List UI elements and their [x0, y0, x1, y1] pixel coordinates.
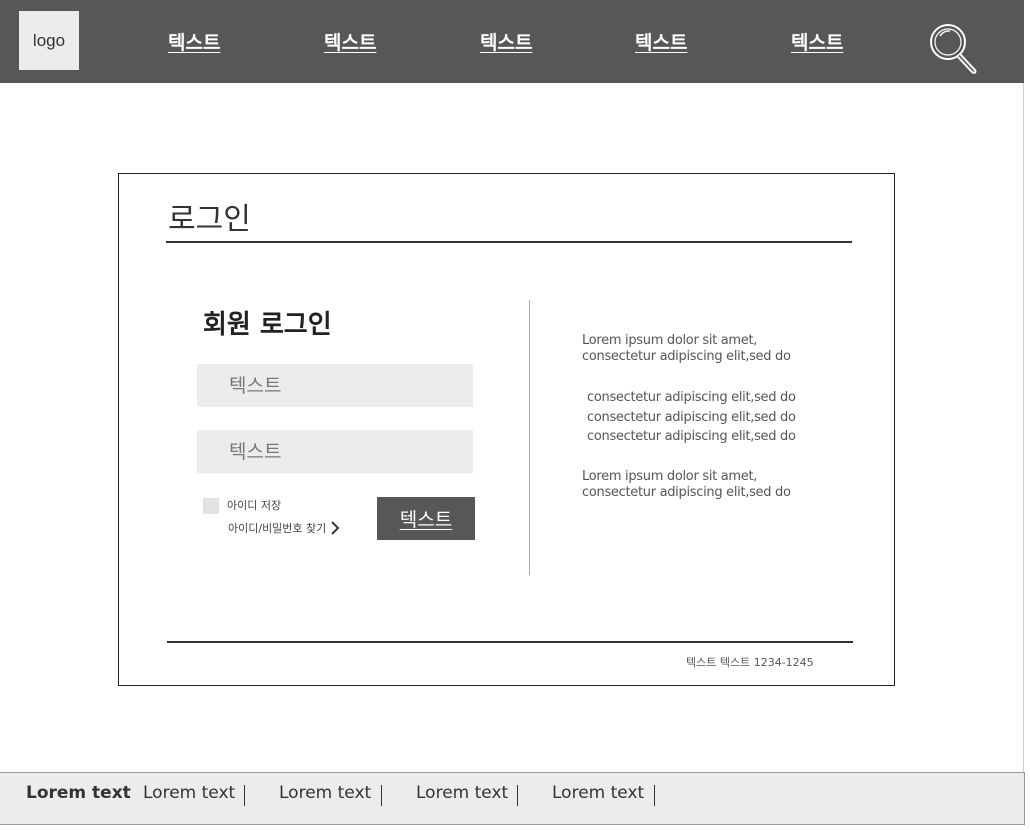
info-line: consectetur adipiscing elit,sed do	[587, 429, 796, 444]
username-field[interactable]	[197, 364, 473, 407]
info-line: consectetur adipiscing elit,sed do	[582, 485, 791, 500]
login-button[interactable]: 텍스트	[377, 497, 475, 540]
footer-separator	[654, 785, 655, 806]
logo[interactable]: logo	[19, 11, 79, 70]
nav-item-2[interactable]: 텍스트	[324, 28, 376, 55]
nav-item-4[interactable]: 텍스트	[635, 28, 687, 55]
search-icon[interactable]	[927, 22, 981, 74]
page-edge-divider	[1023, 83, 1024, 773]
nav-item-5[interactable]: 텍스트	[791, 28, 843, 55]
footer-separator	[381, 785, 382, 806]
footer-bar: Lorem text Lorem text Lorem text Lorem t…	[0, 772, 1025, 825]
title-divider	[166, 241, 852, 243]
footer-link-4[interactable]: Lorem text	[416, 783, 508, 803]
top-navigation-bar: logo 텍스트 텍스트 텍스트 텍스트 텍스트	[0, 0, 1024, 83]
info-paragraph-3: Lorem ipsum dolor sit amet, consectetur …	[582, 469, 791, 501]
password-field[interactable]	[197, 430, 473, 473]
footer-link-1[interactable]: Lorem text	[26, 783, 131, 803]
info-paragraph-1: Lorem ipsum dolor sit amet, consectetur …	[582, 333, 791, 365]
info-line: consectetur adipiscing elit,sed do	[582, 349, 791, 364]
remember-id-checkbox[interactable]	[203, 498, 219, 514]
find-account-link[interactable]: 아이디/비밀번호 찾기	[228, 520, 340, 536]
info-line: consectetur adipiscing elit,sed do	[587, 410, 796, 425]
find-account-label: 아이디/비밀번호 찾기	[228, 522, 327, 535]
member-login-heading: 회원 로그인	[203, 310, 332, 340]
footer-link-3[interactable]: Lorem text	[279, 783, 371, 803]
contact-info: 텍스트 텍스트 1234-1245	[686, 656, 814, 669]
footer-separator	[244, 785, 245, 806]
bottom-divider	[167, 641, 853, 643]
info-line: Lorem ipsum dolor sit amet,	[582, 333, 758, 348]
footer-link-2[interactable]: Lorem text	[143, 783, 235, 803]
footer-separator	[517, 785, 518, 806]
nav-item-1[interactable]: 텍스트	[168, 28, 220, 55]
chevron-right-icon	[331, 521, 340, 535]
remember-id-label: 아이디 저장	[227, 499, 282, 512]
nav-item-3[interactable]: 텍스트	[480, 28, 532, 55]
page-title: 로그인	[168, 202, 251, 237]
info-line: Lorem ipsum dolor sit amet,	[582, 469, 758, 484]
info-paragraph-2: consectetur adipiscing elit,sed do conse…	[587, 388, 796, 447]
vertical-divider	[529, 300, 530, 575]
info-line: consectetur adipiscing elit,sed do	[587, 390, 796, 405]
footer-link-5[interactable]: Lorem text	[552, 783, 644, 803]
